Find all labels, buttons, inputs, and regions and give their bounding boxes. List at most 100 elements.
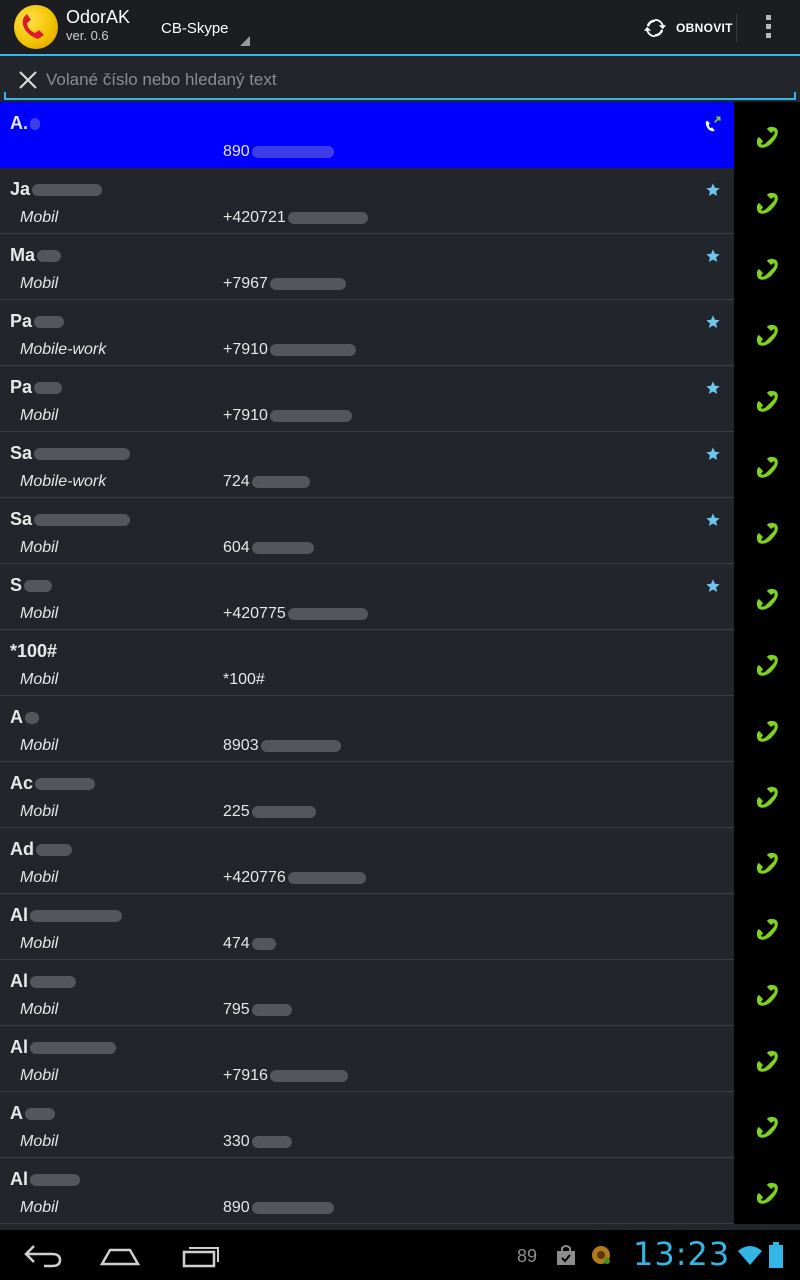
call-button[interactable]: [734, 630, 800, 697]
notification-flower-icon[interactable]: [589, 1243, 613, 1267]
contact-row[interactable]: Al Mobil 890: [0, 1158, 800, 1225]
contact-number-text: 225: [223, 803, 250, 820]
contact-item[interactable]: Al Mobil 795: [0, 960, 734, 1026]
contact-item[interactable]: S Mobil +420775: [0, 564, 734, 630]
contact-item[interactable]: Ac Mobil 225: [0, 762, 734, 828]
contact-name-text: Ac: [10, 773, 34, 793]
contact-item[interactable]: A Mobil 8903: [0, 696, 734, 762]
contact-name: A: [10, 707, 39, 728]
contact-item[interactable]: Al Mobil 890: [0, 1158, 734, 1224]
phone-icon: [756, 720, 778, 742]
contact-row[interactable]: Al Mobil 795: [0, 960, 800, 1027]
contact-phone-type: Mobil: [20, 275, 59, 292]
contact-row[interactable]: Al Mobil 474: [0, 894, 800, 961]
call-button[interactable]: [734, 300, 800, 367]
contact-item[interactable]: A Mobil 330: [0, 1092, 734, 1158]
phone-icon: [756, 852, 778, 874]
contact-row[interactable]: Ac Mobil 225: [0, 762, 800, 829]
contact-name-text: Al: [10, 1037, 28, 1057]
contact-number: 890: [223, 143, 334, 161]
contact-number-text: 604: [223, 539, 250, 556]
contact-name: A: [10, 1103, 55, 1124]
contact-item[interactable]: Ad Mobil +420776: [0, 828, 734, 894]
contact-row[interactable]: A Mobil 8903: [0, 696, 800, 763]
phone-icon: [756, 786, 778, 808]
search-input[interactable]: [44, 65, 748, 95]
contact-item[interactable]: A. 890: [0, 102, 734, 168]
contact-name: Al: [10, 1169, 80, 1190]
redacted-name-blur: [25, 1108, 55, 1121]
contact-row[interactable]: A Mobil 330: [0, 1092, 800, 1159]
contact-item[interactable]: Pa Mobil +7910: [0, 366, 734, 432]
contact-item[interactable]: *100# Mobil *100#: [0, 630, 734, 696]
contact-item[interactable]: Sa Mobil 604: [0, 498, 734, 564]
contact-row[interactable]: Ma Mobil +7967: [0, 234, 800, 301]
overflow-menu-icon[interactable]: [756, 12, 780, 44]
contact-row[interactable]: Sa Mobil 604: [0, 498, 800, 565]
contact-row[interactable]: Pa Mobile-work +7910: [0, 300, 800, 367]
call-forwarded-icon: [705, 116, 721, 132]
contact-item[interactable]: Al Mobil +7916: [0, 1026, 734, 1092]
contact-row[interactable]: Ad Mobil +420776: [0, 828, 800, 895]
redacted-name-blur: [30, 910, 122, 923]
back-icon[interactable]: [14, 1238, 70, 1272]
call-button[interactable]: [734, 168, 800, 235]
contact-row[interactable]: Al Mobil +7916: [0, 1026, 800, 1093]
contact-number-text: 474: [223, 935, 250, 952]
call-button[interactable]: [734, 1026, 800, 1093]
close-icon[interactable]: [16, 68, 40, 92]
refresh-button[interactable]: OBNOVIT: [640, 8, 740, 48]
contact-row[interactable]: A. 890: [0, 102, 800, 169]
contact-phone-type: Mobil: [20, 803, 59, 820]
call-button[interactable]: [734, 762, 800, 829]
search-underline: [4, 92, 796, 100]
contact-list[interactable]: A. 890 Ja Mobil +420721 Ma Mobil +7967 Pa Mobile-…: [0, 102, 800, 1230]
contact-number: +7910: [223, 407, 352, 425]
home-icon[interactable]: [92, 1238, 148, 1272]
contact-row[interactable]: Sa Mobile-work 724: [0, 432, 800, 499]
contact-name-text: Ad: [10, 839, 34, 859]
call-button[interactable]: [734, 828, 800, 895]
star-icon: [706, 183, 720, 196]
redacted-name-blur: [35, 778, 96, 791]
call-button[interactable]: [734, 696, 800, 763]
redacted-name-blur: [34, 316, 65, 329]
contact-number-text: 330: [223, 1133, 250, 1150]
contact-name: Ja: [10, 179, 103, 200]
account-spinner[interactable]: CB-Skype: [148, 8, 252, 50]
contact-item[interactable]: Pa Mobile-work +7910: [0, 300, 734, 366]
call-button[interactable]: [734, 1092, 800, 1159]
call-button[interactable]: [734, 894, 800, 961]
contact-item[interactable]: Al Mobil 474: [0, 894, 734, 960]
contact-row[interactable]: Pa Mobil +7910: [0, 366, 800, 433]
call-button[interactable]: [734, 102, 800, 169]
contact-name-text: Sa: [10, 509, 33, 529]
call-button[interactable]: [734, 432, 800, 499]
app-title: OdorAK: [66, 7, 131, 27]
redacted-name-blur: [37, 250, 62, 263]
recent-apps-icon[interactable]: [172, 1238, 228, 1272]
call-button[interactable]: [734, 366, 800, 433]
call-button[interactable]: [734, 498, 800, 565]
contact-item[interactable]: Ma Mobil +7967: [0, 234, 734, 300]
call-button[interactable]: [734, 1158, 800, 1225]
contact-item[interactable]: Ja Mobil +420721: [0, 168, 734, 234]
contact-name: Al: [10, 1037, 116, 1058]
contact-number-text: +7967: [223, 275, 268, 292]
call-button[interactable]: [734, 234, 800, 301]
contact-name: A.: [10, 113, 40, 134]
shopping-bag-icon[interactable]: [555, 1244, 577, 1266]
app-logo-icon[interactable]: [14, 5, 58, 49]
redacted-number-blur: [251, 937, 276, 950]
contact-number: +420775: [223, 605, 368, 623]
contact-row[interactable]: Ja Mobil +420721: [0, 168, 800, 235]
contact-name-text: Al: [10, 971, 28, 991]
search-bar: [0, 56, 800, 102]
contact-item[interactable]: Sa Mobile-work 724: [0, 432, 734, 498]
call-button[interactable]: [734, 960, 800, 1027]
phone-icon: [756, 918, 778, 940]
contact-row[interactable]: S Mobil +420775: [0, 564, 800, 631]
contact-row[interactable]: *100# Mobil *100#: [0, 630, 800, 697]
call-button[interactable]: [734, 564, 800, 631]
redacted-name-blur: [30, 1174, 80, 1187]
